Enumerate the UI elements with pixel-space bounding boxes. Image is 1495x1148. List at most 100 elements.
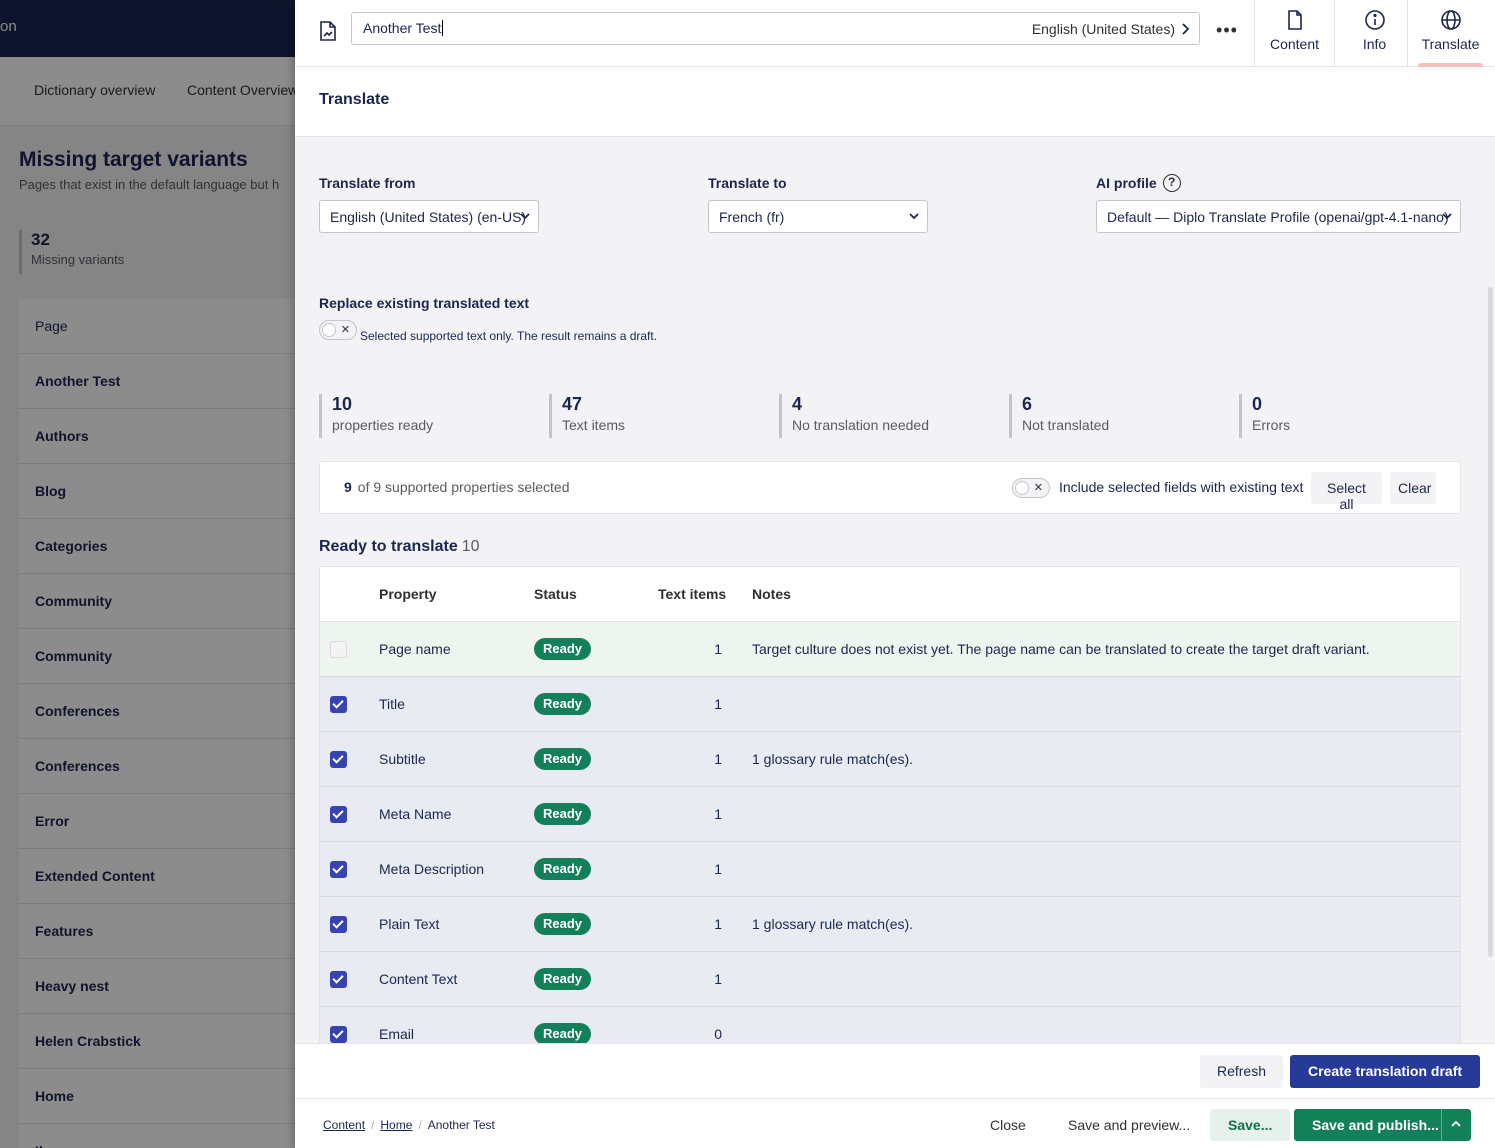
property-name: Meta Description [379, 861, 485, 877]
create-translation-draft-button[interactable]: Create translation draft [1290, 1055, 1481, 1088]
close-icon: ✕ [340, 324, 350, 336]
translate-from-value: English (United States) (en-US) [330, 209, 527, 225]
info-icon [1365, 10, 1385, 30]
stat-not-translated: 6 Not translated [1009, 394, 1109, 438]
chevron-up-icon [1451, 1120, 1461, 1127]
scrollbar[interactable] [1488, 287, 1493, 957]
select-all-button[interactable]: Select all [1311, 472, 1382, 512]
document-name-text: Another Test [363, 20, 442, 36]
column-property: Property [379, 586, 437, 602]
table-row: Page name Ready 1 Target culture does not e… [320, 622, 1460, 677]
property-name: Page name [379, 641, 451, 657]
row-checkbox[interactable] [330, 641, 347, 658]
clear-button[interactable]: Clear [1390, 472, 1436, 504]
stat-properties-ready: 10 properties ready [319, 394, 433, 438]
close-button[interactable]: Close [990, 1117, 1026, 1133]
replace-existing-label-text: Replace existing translated text [319, 295, 530, 311]
row-checkbox[interactable] [330, 696, 347, 713]
row-checkbox[interactable] [330, 751, 347, 768]
chevron-down-icon [909, 213, 919, 220]
property-name: Plain Text [379, 916, 440, 932]
breadcrumb: Content / Home / Another Test [323, 1118, 495, 1132]
translate-to-value: French (fr) [719, 209, 785, 225]
breadcrumb-content[interactable]: Content [323, 1118, 365, 1132]
translate-from-select[interactable]: English (United States) (en-US) [319, 200, 539, 233]
ai-profile-label-text: AI profile [1096, 175, 1157, 191]
text-item-count: 1 [714, 971, 722, 987]
culture-switcher[interactable]: English (United States) [1032, 21, 1189, 37]
toggle-knob [322, 323, 336, 337]
app-translate[interactable]: Translate [1407, 0, 1493, 67]
app-content[interactable]: Content [1254, 0, 1334, 67]
replace-existing-hint: Selected supported text only. The result… [360, 329, 658, 343]
stat-text-items: 47 Text items [549, 394, 625, 438]
ready-section-title-text: Ready to translate [319, 538, 458, 555]
status-badge: Ready [534, 748, 592, 770]
app-info[interactable]: Info [1334, 0, 1414, 67]
text-item-count: 1 [714, 641, 722, 657]
status-badge: Ready [534, 913, 592, 935]
column-notes: Notes [752, 586, 791, 602]
save-and-publish-label: Save and publish... [1312, 1117, 1439, 1133]
close-icon: ✕ [1033, 482, 1043, 494]
stat-label: properties ready [332, 417, 434, 433]
help-icon[interactable]: ? [1162, 174, 1181, 192]
save-and-publish-options[interactable] [1441, 1109, 1471, 1141]
table-row: Content Text Ready 1 [320, 952, 1460, 1007]
text-item-count: 1 [714, 861, 722, 877]
document-name-input[interactable]: Another Test English (United States) [351, 12, 1200, 45]
selection-count: 9 [344, 479, 352, 495]
stat-value: 0 [1252, 394, 1263, 414]
row-notes: 1 glossary rule match(es). [752, 751, 914, 767]
status-badge: Ready [534, 693, 592, 715]
row-checkbox[interactable] [330, 916, 347, 933]
row-checkbox[interactable] [330, 971, 347, 988]
document-icon [320, 21, 336, 41]
more-actions-button[interactable]: ••• [1213, 17, 1241, 45]
refresh-button[interactable]: Refresh [1200, 1055, 1283, 1088]
save-and-preview-button[interactable]: Save and preview... [1068, 1117, 1190, 1133]
property-name: Subtitle [379, 751, 426, 767]
chevron-down-icon [520, 213, 530, 220]
stat-value: 6 [1022, 394, 1033, 414]
app-content-label: Content [1269, 36, 1320, 52]
stat-label: Not translated [1022, 417, 1110, 433]
ai-profile-label: AI profile ? [1096, 174, 1181, 192]
replace-existing-toggle[interactable]: ✕ [319, 320, 357, 340]
property-name: Email [379, 1026, 415, 1042]
table-row: Subtitle Ready 1 1 glossary rule match(es). [320, 732, 1460, 787]
translate-to-select[interactable]: French (fr) [708, 200, 928, 233]
save-and-publish-button[interactable]: Save and publish... [1294, 1109, 1471, 1141]
ai-profile-value: Default — Diplo Translate Profile (opena… [1107, 209, 1449, 225]
globe-icon [1441, 10, 1461, 30]
breadcrumb-home[interactable]: Home [380, 1118, 412, 1132]
stat-label: Errors [1252, 417, 1291, 433]
row-checkbox[interactable] [330, 861, 347, 878]
status-badge: Ready [534, 858, 592, 880]
row-checkbox[interactable] [330, 1026, 347, 1043]
chevron-down-icon [1442, 213, 1452, 220]
selection-text: of 9 supported properties selected [357, 479, 570, 495]
save-button[interactable]: Save... [1210, 1109, 1291, 1141]
document-icon [1288, 10, 1302, 30]
table-row: Email Ready 0 [320, 1007, 1460, 1043]
include-existing-toggle[interactable]: ✕ [1012, 478, 1050, 498]
column-text-items: Text items [658, 586, 727, 602]
table-row: Title Ready 1 [320, 677, 1460, 732]
stat-value: 47 [562, 394, 583, 414]
ai-profile-select[interactable]: Default — Diplo Translate Profile (opena… [1096, 200, 1461, 233]
row-checkbox[interactable] [330, 806, 347, 823]
row-notes: Target culture does not exist yet. The p… [752, 641, 1370, 657]
property-name: Content Text [379, 971, 458, 987]
panel-title-bar: Translate [295, 67, 1495, 137]
text-item-count: 1 [714, 751, 722, 767]
status-badge: Ready [534, 1023, 592, 1043]
ready-section-title: Ready to translate 10 [319, 538, 480, 556]
panel-body: Translate from English (United States) (… [295, 137, 1495, 1043]
panel-title: Translate [319, 91, 390, 108]
stat-label: Text items [562, 417, 626, 433]
status-badge: Ready [534, 638, 592, 660]
text-item-count: 1 [714, 696, 722, 712]
table-row: Plain Text Ready 1 1 glossary rule match(es… [320, 897, 1460, 952]
modal-backdrop[interactable] [0, 0, 295, 1148]
